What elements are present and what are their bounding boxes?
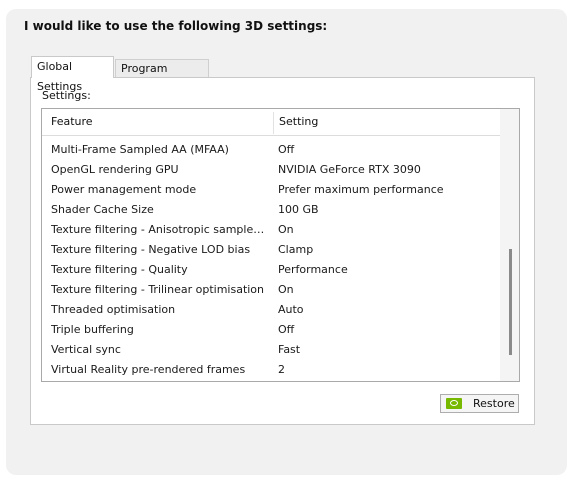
setting-cell[interactable]: Performance bbox=[278, 260, 348, 280]
scrollbar-thumb[interactable] bbox=[509, 249, 512, 355]
restore-button-label: Restore bbox=[473, 397, 515, 410]
page-heading: I would like to use the following 3D set… bbox=[24, 19, 328, 33]
feature-cell: Threaded optimisation bbox=[51, 303, 176, 316]
feature-cell: Shader Cache Size bbox=[51, 203, 154, 216]
column-header-setting[interactable]: Setting bbox=[279, 115, 318, 128]
nvidia-logo-icon bbox=[446, 398, 462, 409]
tab-program-settings[interactable]: Program Settings bbox=[115, 59, 209, 92]
table-row[interactable]: Texture filtering - Trilinear optimisati… bbox=[42, 280, 500, 300]
setting-cell[interactable]: On bbox=[278, 220, 294, 240]
list-header: Feature Setting bbox=[42, 109, 500, 136]
feature-cell: Vertical sync bbox=[51, 343, 121, 356]
table-row[interactable]: Multi-Frame Sampled AA (MFAA) Off bbox=[42, 140, 500, 160]
column-header-feature[interactable]: Feature bbox=[51, 115, 93, 128]
table-row[interactable]: Virtual Reality pre-rendered frames 2 bbox=[42, 360, 500, 380]
table-row[interactable]: Texture filtering - Negative LOD bias Cla… bbox=[42, 240, 500, 260]
table-row[interactable]: OpenGL rendering GPU NVIDIA GeForce RTX 3… bbox=[42, 160, 500, 180]
table-row[interactable]: Triple buffering Off bbox=[42, 320, 500, 340]
setting-cell[interactable]: Off bbox=[278, 380, 294, 381]
vertical-scrollbar[interactable] bbox=[500, 109, 519, 381]
feature-cell: Virtual Reality pre-rendered frames bbox=[51, 363, 246, 376]
table-row[interactable]: Vertical sync Fast bbox=[42, 340, 500, 360]
setting-cell[interactable]: 100 GB bbox=[278, 200, 319, 220]
feature-cell: Texture filtering - Negative LOD bias bbox=[51, 243, 251, 256]
column-divider[interactable] bbox=[273, 112, 274, 134]
setting-cell[interactable]: NVIDIA GeForce RTX 3090 bbox=[278, 160, 421, 180]
table-row[interactable]: Threaded optimisation Auto bbox=[42, 300, 500, 320]
table-row[interactable]: Texture filtering - Quality Performance bbox=[42, 260, 500, 280]
table-row[interactable]: Power management mode Prefer maximum perf… bbox=[42, 180, 500, 200]
feature-cell: Multi-Frame Sampled AA (MFAA) bbox=[51, 143, 229, 156]
feature-cell: Texture filtering - Trilinear optimisati… bbox=[51, 283, 265, 296]
setting-cell[interactable]: Clamp bbox=[278, 240, 313, 260]
setting-cell[interactable]: Auto bbox=[278, 300, 304, 320]
tab-global-settings[interactable]: Global Settings bbox=[31, 56, 114, 93]
settings-list: Feature Setting Multi-Frame Sampled AA (… bbox=[41, 108, 520, 382]
table-row[interactable]: Virtual Reality - Variable Rate Super Sa… bbox=[42, 380, 500, 381]
setting-cell[interactable]: 2 bbox=[278, 360, 285, 380]
feature-cell: OpenGL rendering GPU bbox=[51, 163, 179, 176]
setting-cell[interactable]: Off bbox=[278, 140, 294, 160]
setting-cell[interactable]: Fast bbox=[278, 340, 300, 360]
restore-button[interactable]: Restore bbox=[440, 394, 519, 413]
table-row[interactable]: Shader Cache Size 100 GB bbox=[42, 200, 500, 220]
setting-cell[interactable]: Prefer maximum performance bbox=[278, 180, 444, 200]
feature-cell: Virtual Reality - Variable Rate Super Sa… bbox=[51, 380, 266, 381]
feature-cell: Power management mode bbox=[51, 183, 197, 196]
feature-cell: Triple buffering bbox=[51, 323, 134, 336]
feature-cell: Texture filtering - Quality bbox=[51, 263, 188, 276]
setting-cell[interactable]: Off bbox=[278, 320, 294, 340]
feature-cell: Texture filtering - Anisotropic sample o… bbox=[51, 223, 266, 236]
setting-cell[interactable]: On bbox=[278, 280, 294, 300]
table-row[interactable]: Texture filtering - Anisotropic sample o… bbox=[42, 220, 500, 240]
